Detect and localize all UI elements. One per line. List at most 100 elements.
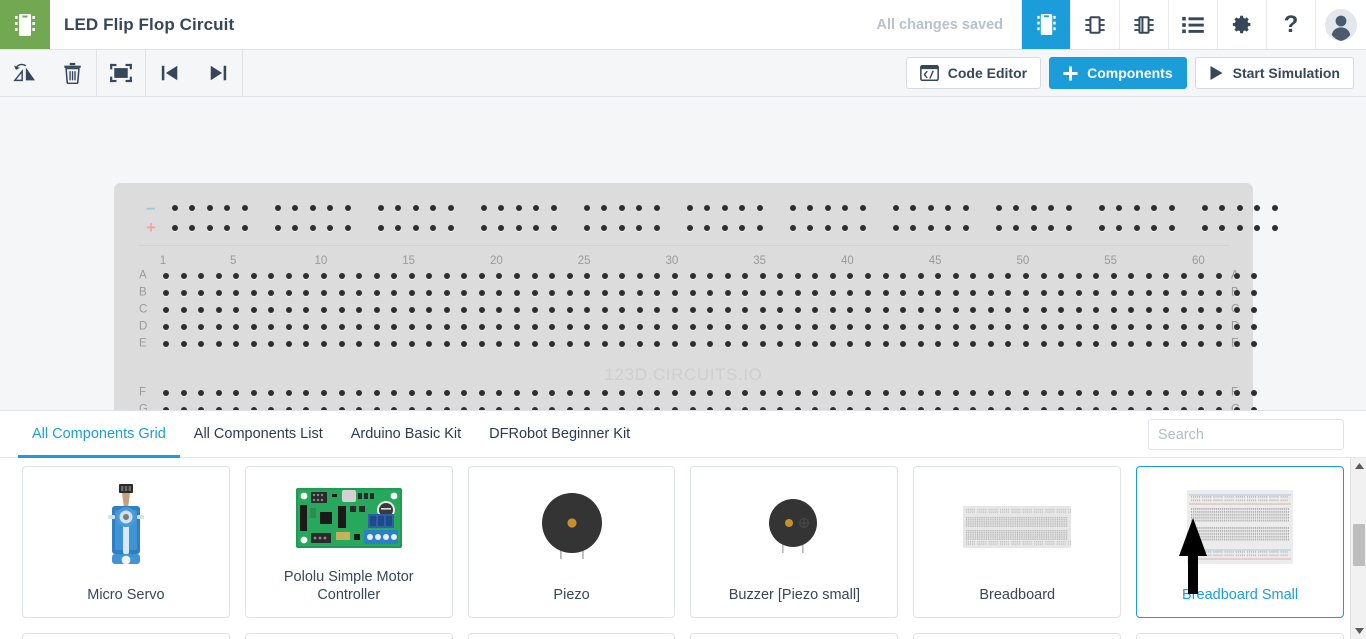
breadboard-hole[interactable] bbox=[426, 290, 433, 296]
breadboard-hole[interactable] bbox=[250, 341, 257, 347]
breadboard-hole[interactable] bbox=[636, 324, 643, 330]
breadboard-hole[interactable] bbox=[707, 290, 714, 296]
search-input[interactable] bbox=[1158, 426, 1345, 443]
tab-arduino-basic-kit[interactable]: Arduino Basic Kit bbox=[337, 411, 475, 458]
breadboard-hole[interactable] bbox=[1110, 341, 1117, 347]
breadboard-hole[interactable] bbox=[777, 341, 784, 347]
component-card[interactable] bbox=[690, 633, 899, 639]
breadboard-rail-hole[interactable] bbox=[550, 205, 557, 211]
breadboard-hole[interactable] bbox=[250, 273, 257, 279]
breadboard-hole[interactable] bbox=[742, 307, 749, 313]
breadboard-hole[interactable] bbox=[742, 273, 749, 279]
breadboard-hole[interactable] bbox=[759, 324, 766, 330]
component-card[interactable] bbox=[244, 633, 453, 639]
breadboard-hole[interactable] bbox=[198, 290, 205, 296]
breadboard-hole[interactable] bbox=[1093, 307, 1100, 313]
breadboard-rail-hole[interactable] bbox=[1168, 225, 1175, 231]
breadboard-hole[interactable] bbox=[1110, 273, 1117, 279]
breadboard-hole[interactable] bbox=[408, 307, 415, 313]
breadboard-hole[interactable] bbox=[1145, 273, 1152, 279]
breadboard-hole[interactable] bbox=[1251, 341, 1258, 347]
breadboard-hole[interactable] bbox=[285, 324, 292, 330]
breadboard-component[interactable]: – + 123D.CIRCUITS.IO 1 5 10 15 20 25 30 35 40 45 5… bbox=[114, 183, 1278, 410]
breadboard-hole[interactable] bbox=[952, 290, 959, 296]
breadboard-rail-hole[interactable] bbox=[481, 205, 487, 211]
breadboard-hole[interactable] bbox=[215, 307, 222, 313]
breadboard-hole[interactable] bbox=[1180, 341, 1187, 347]
breadboard-hole[interactable] bbox=[1093, 290, 1100, 296]
breadboard-hole[interactable] bbox=[952, 307, 959, 313]
breadboard-hole[interactable] bbox=[759, 290, 766, 296]
breadboard-hole[interactable] bbox=[742, 341, 749, 347]
breadboard-hole[interactable] bbox=[566, 390, 573, 396]
breadboard-hole[interactable] bbox=[1198, 290, 1205, 296]
breadboard-hole[interactable] bbox=[198, 273, 205, 279]
breadboard-hole[interactable] bbox=[671, 324, 678, 330]
breadboard-hole[interactable] bbox=[1110, 290, 1117, 296]
component-card[interactable]: Pololu Simple Motor Controller bbox=[244, 466, 453, 618]
breadboard-hole[interactable] bbox=[1040, 307, 1047, 313]
breadboard-hole[interactable] bbox=[408, 324, 415, 330]
breadboard-hole[interactable] bbox=[689, 290, 696, 296]
breadboard-hole[interactable] bbox=[1198, 273, 1205, 279]
breadboard-rail-hole[interactable] bbox=[1030, 205, 1037, 211]
breadboard-hole[interactable] bbox=[1198, 307, 1205, 313]
breadboard-rail-hole[interactable] bbox=[790, 225, 796, 231]
breadboard-hole[interactable] bbox=[970, 324, 977, 330]
breadboard-hole[interactable] bbox=[373, 273, 380, 279]
breadboard-hole[interactable] bbox=[233, 324, 240, 330]
breadboard-hole[interactable] bbox=[496, 390, 503, 396]
breadboard-hole[interactable] bbox=[636, 273, 643, 279]
breadboard-hole[interactable] bbox=[1251, 307, 1258, 313]
breadboard-hole[interactable] bbox=[671, 273, 678, 279]
breadboard-hole[interactable] bbox=[391, 341, 398, 347]
breadboard-hole[interactable] bbox=[549, 324, 556, 330]
breadboard-hole[interactable] bbox=[303, 324, 310, 330]
breadboard-hole[interactable] bbox=[514, 290, 520, 296]
breadboard-rail-hole[interactable] bbox=[515, 205, 522, 211]
breadboard-hole[interactable] bbox=[1180, 307, 1187, 313]
breadboard-hole[interactable] bbox=[1163, 290, 1170, 296]
breadboard-hole[interactable] bbox=[478, 290, 485, 296]
breadboard-hole[interactable] bbox=[373, 390, 380, 396]
breadboard-hole[interactable] bbox=[514, 390, 520, 396]
breadboard-hole[interactable] bbox=[1022, 390, 1029, 396]
breadboard-hole[interactable] bbox=[461, 307, 468, 313]
breadboard-hole[interactable] bbox=[338, 307, 345, 313]
breadboard-hole[interactable] bbox=[1040, 290, 1047, 296]
breadboard-hole[interactable] bbox=[461, 341, 468, 347]
breadboard-rail-hole[interactable] bbox=[309, 205, 316, 211]
breadboard-hole[interactable] bbox=[865, 307, 871, 313]
breadboard-hole[interactable] bbox=[1163, 307, 1170, 313]
breadboard-hole[interactable] bbox=[882, 341, 889, 347]
breadboard-hole[interactable] bbox=[461, 273, 468, 279]
breadboard-rail-hole[interactable] bbox=[515, 225, 522, 231]
breadboard-hole[interactable] bbox=[777, 307, 784, 313]
breadboard-hole[interactable] bbox=[1040, 324, 1047, 330]
breadboard-rail-hole[interactable] bbox=[653, 225, 660, 231]
breadboard-hole[interactable] bbox=[900, 341, 907, 347]
breadboard-hole[interactable] bbox=[970, 341, 977, 347]
breadboard-hole[interactable] bbox=[531, 324, 538, 330]
breadboard-rail-hole[interactable] bbox=[344, 225, 351, 231]
breadboard-hole[interactable] bbox=[812, 324, 819, 330]
breadboard-hole[interactable] bbox=[373, 290, 380, 296]
breadboard-hole[interactable] bbox=[320, 390, 327, 396]
breadboard-rail-hole[interactable] bbox=[962, 205, 969, 211]
breadboard-rail-hole[interactable] bbox=[344, 205, 351, 211]
breadboard-hole[interactable] bbox=[935, 324, 942, 330]
breadboard-hole[interactable] bbox=[285, 273, 292, 279]
breadboard-hole[interactable] bbox=[496, 290, 503, 296]
breadboard-hole[interactable] bbox=[1040, 273, 1047, 279]
breadboard-hole[interactable] bbox=[1005, 273, 1012, 279]
breadboard-hole[interactable] bbox=[1233, 273, 1240, 279]
breadboard-hole[interactable] bbox=[478, 341, 485, 347]
breadboard-hole[interactable] bbox=[549, 390, 556, 396]
breadboard-rail-hole[interactable] bbox=[1168, 205, 1175, 211]
breadboard-hole[interactable] bbox=[970, 390, 977, 396]
breadboard-hole[interactable] bbox=[1058, 324, 1065, 330]
breadboard-hole[interactable] bbox=[987, 341, 994, 347]
breadboard-hole[interactable] bbox=[970, 290, 977, 296]
breadboard-hole[interactable] bbox=[426, 307, 433, 313]
breadboard-rail-hole[interactable] bbox=[412, 205, 419, 211]
